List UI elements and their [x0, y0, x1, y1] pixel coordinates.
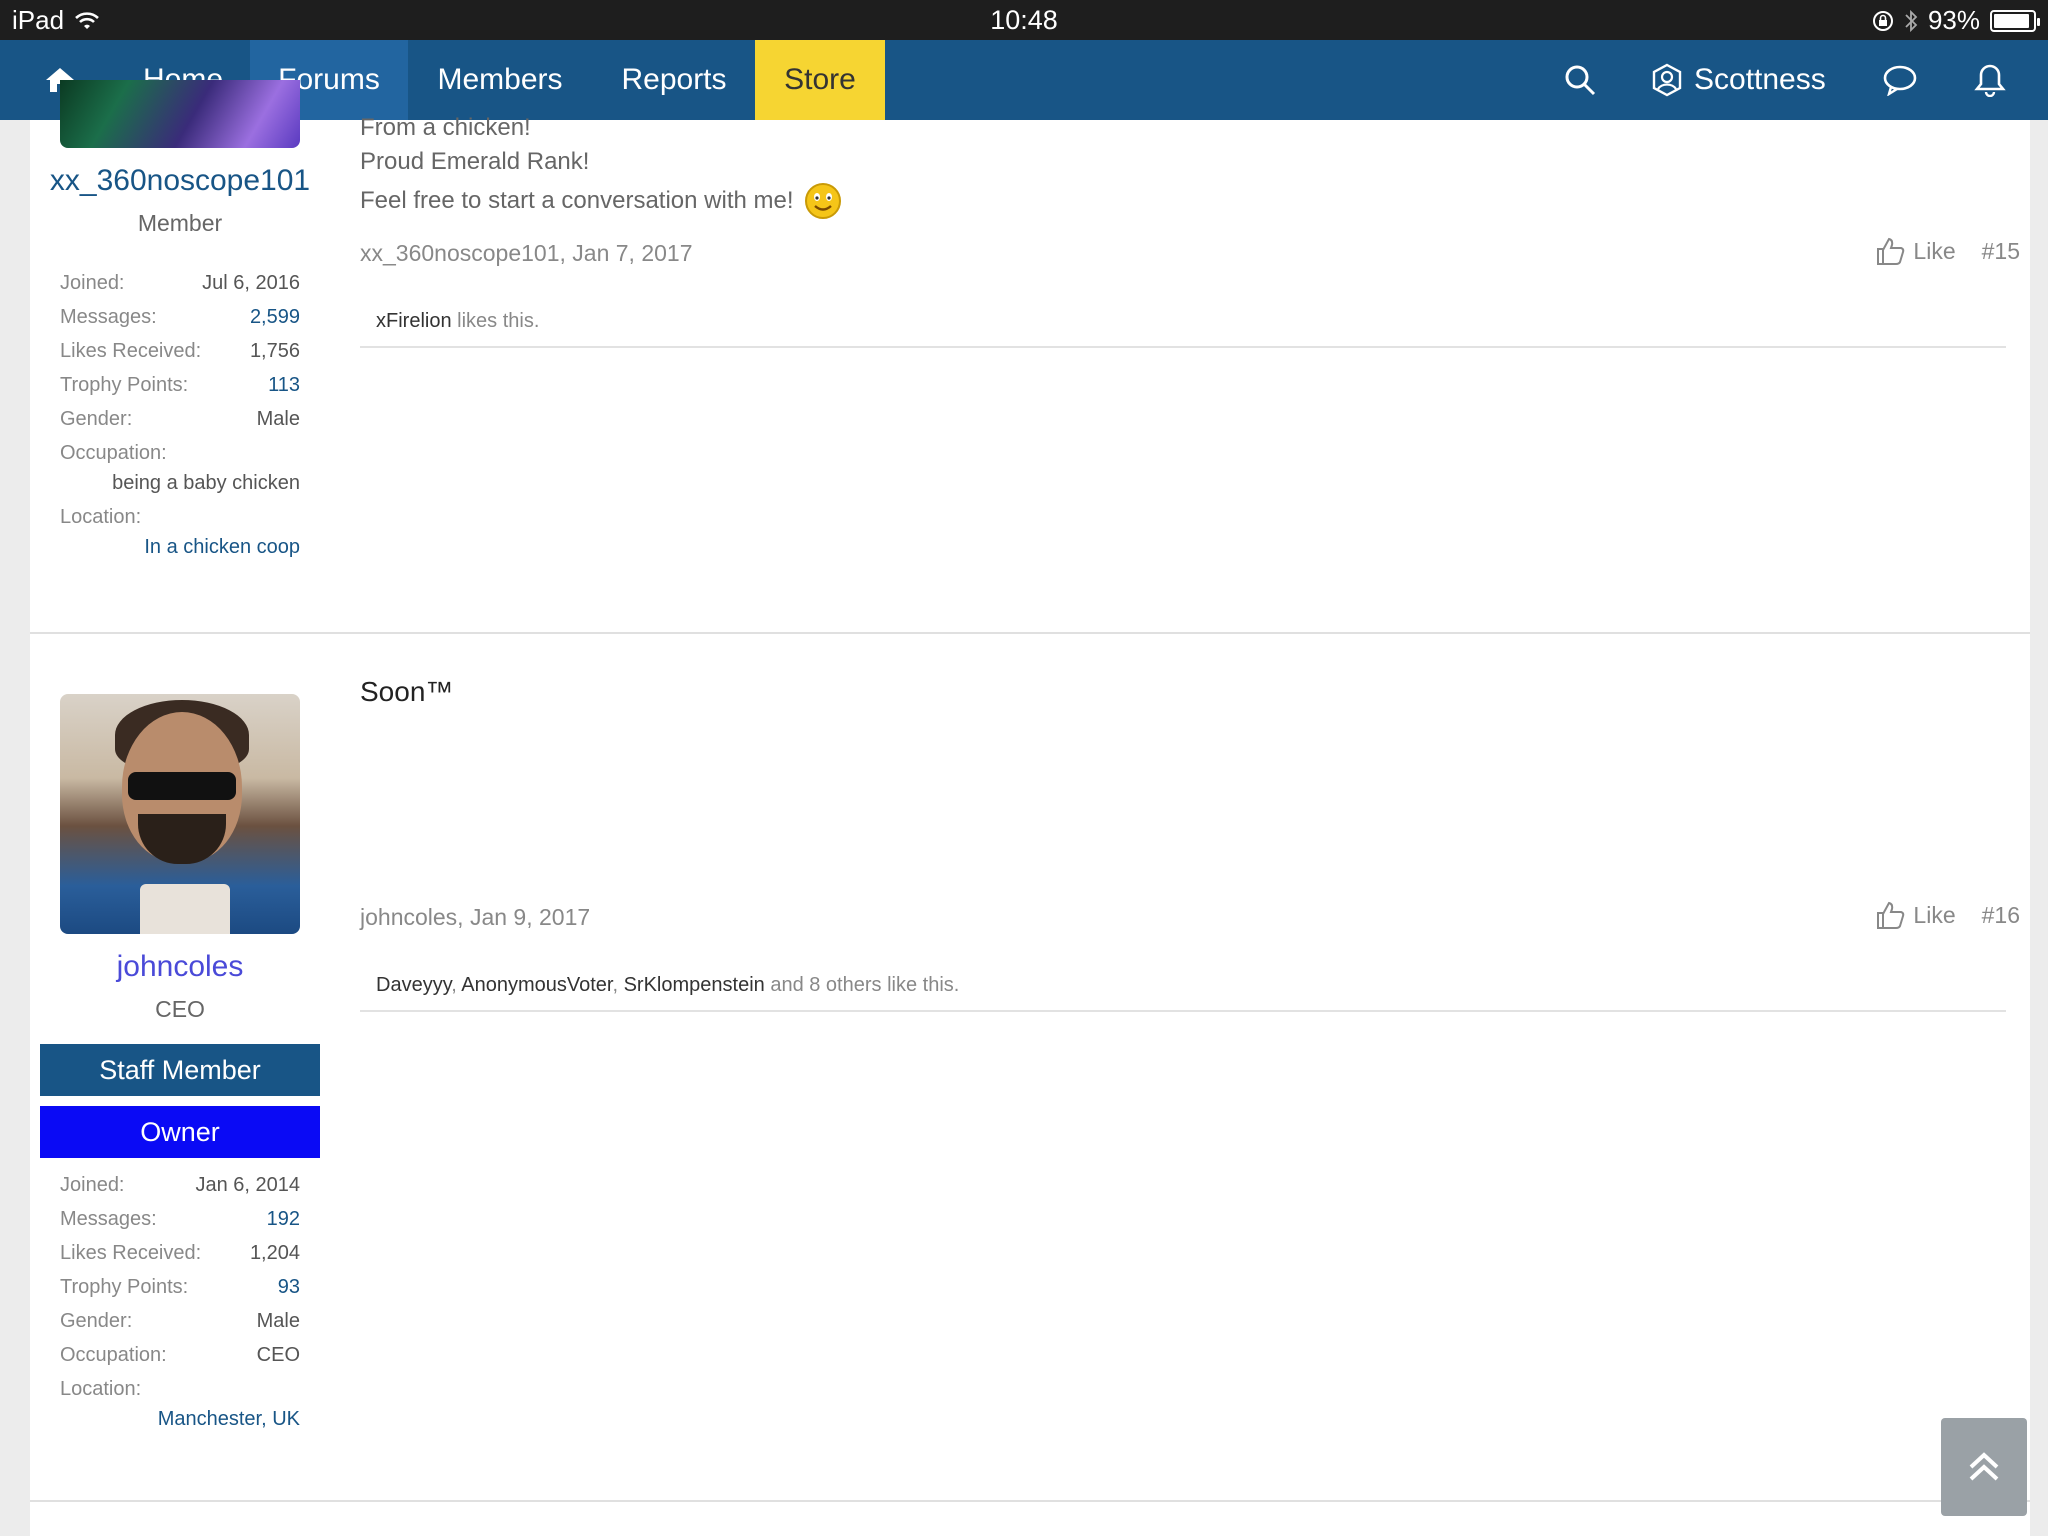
thumbs-up-icon[interactable]	[1875, 236, 1905, 266]
top-navigation: Home Forums Members Reports Store Scottn…	[0, 40, 2048, 120]
post-number-link[interactable]: #16	[1982, 902, 2020, 929]
occupation-value: being a baby chicken	[112, 472, 300, 494]
nav-members[interactable]: Members	[410, 40, 590, 120]
liker-link[interactable]: AnonymousVoter	[461, 974, 612, 996]
scroll-to-top-button[interactable]	[1941, 1418, 2027, 1516]
likes-summary: Daveyyy, AnonymousVoter, SrKlompenstein …	[360, 964, 2006, 1012]
messages-count-link[interactable]: 192	[267, 1208, 300, 1231]
signature-line: Feel free to start a conversation with m…	[360, 182, 842, 220]
trophy-points-row: Trophy Points: 113	[60, 374, 300, 397]
location-row: Location:	[60, 506, 142, 528]
likes-summary: xFirelion likes this.	[360, 300, 2006, 348]
staff-member-badge: Staff Member	[40, 1044, 320, 1096]
battery-icon	[1990, 9, 2040, 32]
trophy-points-row: Trophy Points: 93	[60, 1276, 300, 1299]
username-link[interactable]: xx_360noscope101	[30, 164, 330, 198]
avatar[interactable]	[60, 694, 300, 934]
account-username: Scottness	[1694, 63, 1826, 96]
post-actions: Like #15	[1875, 236, 2020, 266]
post-divider	[30, 632, 2030, 634]
battery-percent: 93%	[1927, 5, 1980, 35]
messages-row: Messages: 2,599	[60, 306, 300, 329]
account-menu[interactable]: Scottness	[1650, 40, 1840, 120]
post-number-link[interactable]: #15	[1982, 238, 2020, 265]
liker-link[interactable]: Daveyyy	[376, 974, 451, 996]
occupation-row: Occupation:	[60, 442, 167, 464]
user-title: CEO	[155, 996, 205, 1022]
signature-line: Proud Emerald Rank!	[360, 148, 590, 175]
gender-row: Gender: Male	[60, 408, 300, 430]
bluetooth-icon	[1905, 9, 1918, 32]
nav-reports[interactable]: Reports	[594, 40, 754, 120]
nav-store[interactable]: Store	[755, 40, 885, 120]
likes-received-row: Likes Received: 1,756	[60, 340, 300, 362]
post-actions: Like #16	[1875, 900, 2020, 930]
conversations-icon[interactable]	[1875, 40, 1925, 120]
location-row: Location:	[60, 1378, 142, 1400]
avatar[interactable]	[60, 80, 300, 148]
thread-posts: xx_360noscope101 Member Joined: Jul 6, 2…	[30, 80, 2030, 1536]
user-icon	[1652, 63, 1682, 97]
occupation-row: Occupation: CEO	[60, 1344, 300, 1366]
search-icon[interactable]	[1555, 40, 1605, 120]
post-divider	[30, 1500, 2030, 1502]
status-bar: iPad 10:48 93%	[0, 0, 2048, 40]
messages-row: Messages: 192	[60, 1208, 300, 1231]
like-button[interactable]: Like	[1913, 238, 1955, 265]
user-title: Member	[137, 210, 223, 236]
orientation-lock-icon	[1872, 10, 1893, 31]
location-link[interactable]: Manchester, UK	[60, 1408, 300, 1431]
post-meta[interactable]: johncoles, Jan 9, 2017	[360, 904, 590, 931]
joined-row: Joined: Jan 6, 2014	[60, 1174, 300, 1196]
likes-others-link[interactable]: and 8 others like this.	[765, 974, 959, 996]
trophy-points-link[interactable]: 93	[278, 1276, 300, 1299]
trophy-points-link[interactable]: 113	[268, 374, 300, 397]
messages-count-link[interactable]: 2,599	[250, 306, 300, 329]
liker-link[interactable]: xFirelion	[376, 310, 452, 332]
username-link[interactable]: johncoles	[30, 950, 330, 984]
likes-received-row: Likes Received: 1,204	[60, 1242, 300, 1264]
location-link[interactable]: In a chicken coop	[60, 536, 300, 559]
liker-link[interactable]: SrKlompenstein	[624, 974, 765, 996]
double-chevron-up-icon	[1969, 1452, 1999, 1481]
like-button[interactable]: Like	[1913, 902, 1955, 929]
clock: 10:48	[990, 5, 1058, 35]
post-meta[interactable]: xx_360noscope101, Jan 7, 2017	[360, 240, 693, 267]
gender-row: Gender: Male	[60, 1310, 300, 1332]
smiley-icon	[804, 183, 841, 219]
owner-badge: Owner	[40, 1106, 320, 1158]
joined-row: Joined: Jul 6, 2016	[60, 272, 300, 294]
notifications-bell-icon[interactable]	[1965, 40, 2015, 120]
thumbs-up-icon[interactable]	[1875, 900, 1905, 930]
signature-line: From a chicken!	[360, 114, 531, 141]
post-message: Soon™	[360, 676, 454, 707]
